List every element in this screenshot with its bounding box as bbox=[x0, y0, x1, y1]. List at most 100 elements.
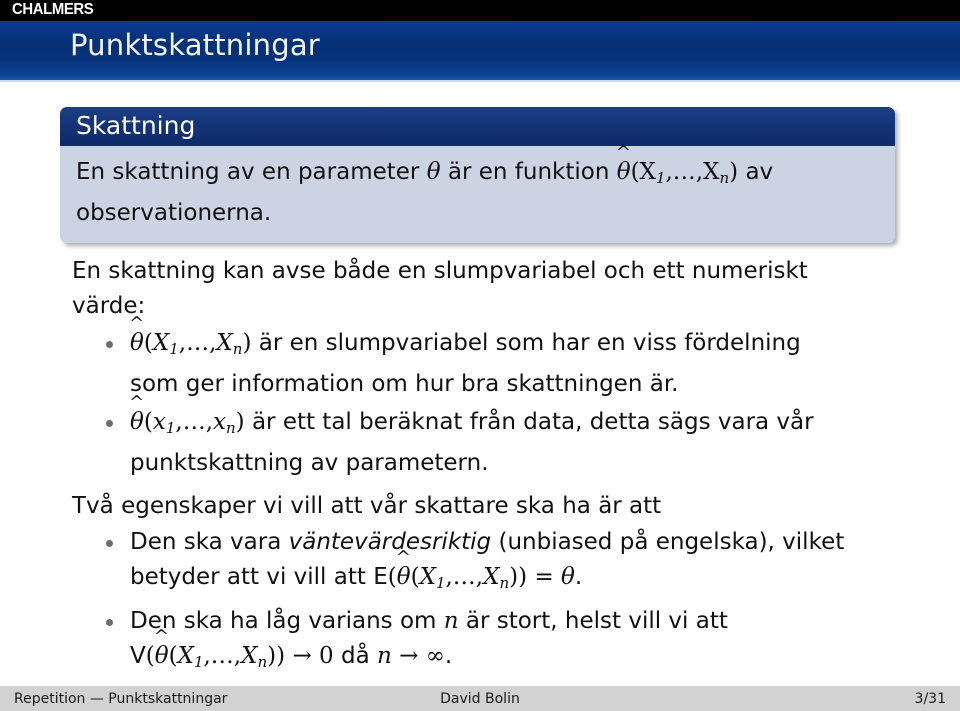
comma: , bbox=[178, 330, 187, 356]
variance-operator: V bbox=[130, 643, 146, 670]
comma: , bbox=[175, 409, 183, 436]
subscript-n: n bbox=[232, 340, 243, 359]
random-var-Xn: X bbox=[241, 643, 258, 670]
hat-accent-icon: ^ bbox=[615, 142, 631, 164]
bullet1-text-line1: är en slumpvariabel som har en viss förd… bbox=[251, 330, 801, 356]
bullet2-text-line2: punktskattning av parametern. bbox=[130, 450, 489, 477]
bullet2-text-line1: är ett tal beräknat från data, detta säg… bbox=[244, 409, 814, 436]
ellipsis: … bbox=[210, 643, 234, 670]
block-body-text-b: är en funktion bbox=[440, 159, 617, 185]
list-item: Den ska ha låg varians om n är stort, he… bbox=[100, 604, 930, 680]
limit-zero: 0 bbox=[319, 643, 334, 670]
slide-footer: Repetition — Punktskattningar David Boli… bbox=[0, 686, 960, 711]
data-var-x: x bbox=[152, 409, 166, 436]
block-title: Skattning bbox=[60, 107, 895, 146]
open-paren2: ( bbox=[168, 643, 178, 670]
equals-glyph: = bbox=[534, 564, 554, 590]
close-paren: ) bbox=[518, 564, 528, 590]
list-item: ^ θ(X1,…,Xn) är en slumpvariabel som har … bbox=[100, 315, 930, 402]
hat-accent-icon: ^ bbox=[129, 392, 145, 414]
theta-hat-symbol: ^ θ bbox=[129, 394, 144, 440]
subscript-one: 1 bbox=[169, 340, 179, 359]
bullet3-text-b: (unbiased på engelska), vilket bbox=[491, 529, 845, 555]
comma2: , bbox=[205, 409, 213, 436]
random-var-Xn: X bbox=[216, 330, 233, 356]
subscript-n: n bbox=[499, 574, 510, 593]
hat-accent-icon: ^ bbox=[153, 626, 169, 648]
expectation-operator: E bbox=[373, 564, 388, 590]
chalmers-logo-bar: CHALMERS bbox=[0, 0, 960, 21]
space4 bbox=[418, 643, 425, 669]
hat-accent-icon: ^ bbox=[129, 313, 145, 335]
slide-content: Skattning En skattning av en parameter θ… bbox=[0, 82, 960, 686]
space2 bbox=[312, 643, 319, 669]
block-body-text-c: av bbox=[738, 159, 774, 185]
subscript-n: n bbox=[225, 419, 236, 438]
bullet3-period: . bbox=[574, 564, 583, 590]
block-body: En skattning av en parameter θ är en fun… bbox=[60, 144, 895, 244]
subscript-one: 1 bbox=[165, 419, 176, 438]
close-paren: ) bbox=[235, 409, 245, 436]
bullet1-text-line2: som ger information om hur bra skattning… bbox=[130, 371, 679, 398]
theta-hat-symbol: ^ θ bbox=[616, 144, 631, 190]
arrow-icon2: → bbox=[399, 643, 419, 670]
theta-hat-symbol: ^ θ bbox=[154, 628, 169, 674]
comma: , bbox=[203, 643, 211, 670]
arrow-icon: → bbox=[292, 643, 312, 670]
open-paren: (X bbox=[630, 159, 656, 185]
footer-author: David Bolin bbox=[440, 691, 520, 707]
bullet-dot-icon bbox=[106, 619, 113, 627]
ellipsis-args: ,…,X bbox=[665, 159, 720, 185]
close-paren: ) bbox=[276, 643, 286, 670]
bullet-list-estimator-kinds: ^ θ(X1,…,Xn) är en slumpvariabel som har … bbox=[100, 315, 930, 484]
bullet-dot-icon bbox=[106, 341, 113, 348]
bullet4-text-b: är stort, helst vill vi att bbox=[458, 608, 728, 635]
paragraph1-line1: En skattning kan avse både en slumpvaria… bbox=[72, 258, 808, 284]
sample-size-n2: n bbox=[377, 643, 392, 670]
close-paren2: ) bbox=[267, 643, 277, 670]
bullet-dot-icon bbox=[106, 420, 113, 428]
theta-symbol: θ bbox=[561, 564, 575, 590]
list-item: ^ θ(x1,…,xn) är ett tal beräknat från dat… bbox=[100, 394, 930, 481]
block-body-line2: observationerna. bbox=[76, 200, 272, 227]
comma: , bbox=[445, 564, 453, 590]
open-paren: ( bbox=[143, 409, 153, 436]
slide-title: Punktskattningar bbox=[70, 28, 320, 62]
bullet4-period: . bbox=[444, 643, 453, 670]
bullet3-text-line2a: betyder att vi vill att bbox=[130, 564, 374, 590]
open-paren: ( bbox=[143, 330, 153, 356]
subscript-n: n bbox=[719, 169, 730, 188]
random-var-X: X bbox=[177, 643, 194, 670]
definition-block: Skattning En skattning av en parameter θ… bbox=[60, 107, 895, 244]
random-var-Xn: X bbox=[483, 564, 500, 590]
bullet4-text-a: Den ska ha låg varians om bbox=[130, 608, 444, 635]
close-paren2: ) bbox=[509, 564, 519, 590]
bullet4-da: då bbox=[333, 643, 377, 670]
paragraph-two-properties: Två egenskaper vi vill att vår skattare … bbox=[72, 493, 662, 519]
ellipsis: … bbox=[452, 564, 476, 590]
theta-hat-symbol: ^ θ bbox=[129, 315, 144, 361]
list-item: Den ska vara väntevärdesriktig (unbiased… bbox=[100, 525, 930, 601]
space-after-equals bbox=[554, 564, 561, 590]
theta-hat-symbol: ^ θ bbox=[396, 549, 411, 595]
bullet3-text-a: Den ska vara bbox=[130, 529, 289, 555]
close-paren: ) bbox=[729, 159, 739, 185]
footer-page-number: 3/31 bbox=[914, 691, 946, 707]
random-var-X: X bbox=[152, 330, 170, 356]
open-paren2: ( bbox=[410, 564, 420, 590]
ellipsis: … bbox=[182, 409, 206, 436]
chalmers-logo-text: CHALMERS bbox=[12, 1, 94, 18]
comma2: , bbox=[475, 564, 484, 590]
comma2: , bbox=[233, 643, 242, 670]
emphasis-unbiased: väntevärdesriktig bbox=[288, 529, 492, 555]
ellipsis: … bbox=[186, 330, 210, 356]
bullet-list-properties: Den ska vara väntevärdesriktig (unbiased… bbox=[100, 525, 930, 683]
theta-symbol: θ bbox=[426, 159, 441, 185]
infinity-icon: ∞ bbox=[425, 643, 445, 670]
subscript-n: n bbox=[257, 653, 268, 672]
data-var-xn: x bbox=[213, 409, 226, 436]
sample-size-n: n bbox=[443, 608, 459, 635]
block-body-text-a: En skattning av en parameter bbox=[76, 159, 427, 185]
random-var-X: X bbox=[419, 564, 436, 590]
hat-accent-icon: ^ bbox=[395, 547, 411, 569]
